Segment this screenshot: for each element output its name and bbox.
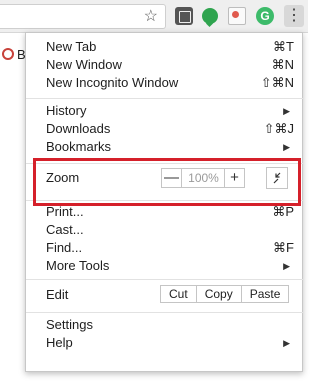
menu-divider (26, 312, 304, 313)
bookmark-favicon-icon (2, 48, 14, 60)
chrome-menu-button[interactable]: ⋮ (284, 5, 304, 27)
menu-item-downloads[interactable]: Downloads ⇧⌘J (26, 120, 304, 138)
submenu-arrow-icon: ▶ (283, 106, 290, 116)
image-extension-icon[interactable] (228, 7, 246, 25)
menu-item-bookmarks[interactable]: Bookmarks ▶ (26, 138, 304, 156)
paste-button[interactable]: Paste (240, 286, 289, 302)
menu-item-help[interactable]: Help ▶ (26, 334, 304, 352)
menu-divider (26, 98, 304, 99)
copy-button[interactable]: Copy (195, 286, 241, 302)
submenu-arrow-icon: ▶ (283, 142, 290, 152)
menu-item-edit: Edit Cut Copy Paste (26, 284, 304, 306)
address-bar[interactable]: ☆ (0, 4, 166, 29)
menu-item-settings[interactable]: Settings (26, 316, 304, 334)
menu-divider (26, 279, 304, 280)
menu-item-cast[interactable]: Cast... (26, 221, 304, 239)
menu-item-new-tab[interactable]: New Tab ⌘T (26, 38, 304, 56)
menu-item-new-incognito-window[interactable]: New Incognito Window ⇧⌘N (26, 74, 304, 92)
submenu-arrow-icon: ▶ (283, 261, 290, 271)
puzzle-extension-icon[interactable] (175, 7, 193, 25)
menu-item-new-window[interactable]: New Window ⌘N (26, 56, 304, 74)
submenu-arrow-icon: ▶ (283, 338, 290, 348)
edit-button-group: Cut Copy Paste (160, 285, 290, 303)
grammarly-icon[interactable]: G (256, 7, 274, 25)
cut-button[interactable]: Cut (161, 286, 196, 302)
bookmark-star-icon[interactable]: ☆ (144, 7, 158, 27)
menu-item-find[interactable]: Find... ⌘F (26, 239, 304, 257)
menu-item-more-tools[interactable]: More Tools ▶ (26, 257, 304, 275)
evernote-icon[interactable] (202, 8, 218, 24)
zoom-highlight-box (33, 158, 301, 206)
bookmark-bar-item[interactable]: B (0, 44, 26, 66)
menu-item-history[interactable]: History ▶ (26, 102, 304, 120)
browser-toolbar: ☆ G ⋮ (0, 0, 308, 33)
